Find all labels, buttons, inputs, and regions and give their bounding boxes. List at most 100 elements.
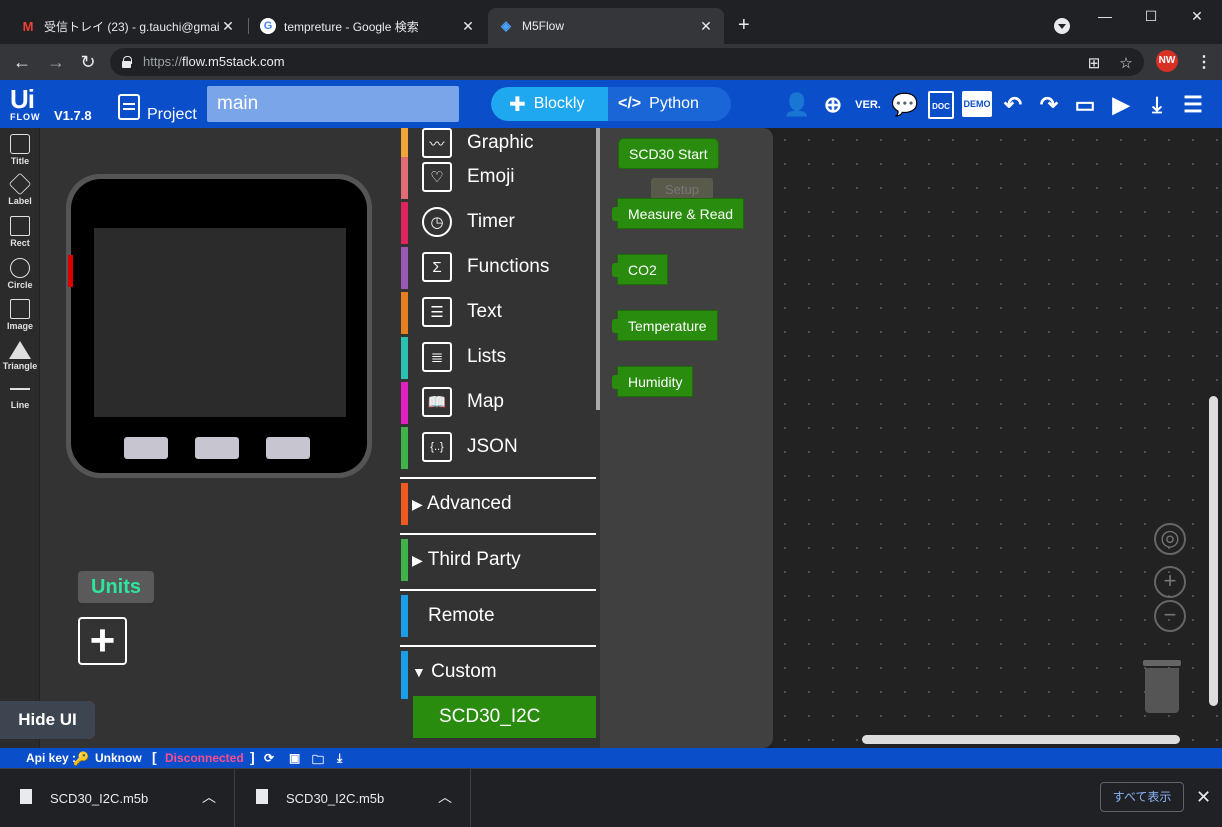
section-color-bar bbox=[401, 483, 408, 525]
filename-input[interactable]: main bbox=[207, 86, 459, 122]
lock-icon[interactable] bbox=[122, 56, 132, 68]
device-connect-icon[interactable]: ▭ bbox=[1070, 90, 1100, 120]
menu-icon[interactable]: ☰ bbox=[1178, 90, 1208, 120]
category-lists[interactable]: ≣ Lists bbox=[400, 337, 596, 381]
show-all-downloads-button[interactable]: すべて表示 bbox=[1100, 782, 1184, 812]
recenter-icon[interactable]: ◎ bbox=[1154, 523, 1186, 555]
zoom-in-icon[interactable]: + bbox=[1154, 566, 1186, 598]
custom-category-scd30-i2c[interactable]: SCD30_I2C bbox=[413, 696, 596, 738]
run-icon[interactable]: ▶ bbox=[1106, 90, 1136, 120]
tab-search-icon[interactable] bbox=[1054, 18, 1070, 34]
tool-rect[interactable]: Rect bbox=[0, 216, 40, 248]
reload-icon[interactable]: ↻ bbox=[76, 50, 100, 74]
category-json[interactable]: {..} JSON bbox=[400, 427, 596, 471]
workspace-vertical-scrollbar[interactable] bbox=[1209, 396, 1218, 706]
block-connector bbox=[612, 319, 620, 333]
code-icon: </> bbox=[618, 95, 642, 112]
category-map[interactable]: 📖 Map bbox=[400, 382, 596, 426]
window-close-icon[interactable]: ✕ bbox=[1174, 4, 1220, 28]
close-icon[interactable]: ✕ bbox=[698, 18, 714, 35]
tab-google-search[interactable]: G tempreture - Google 検索 ✕ bbox=[250, 8, 486, 44]
browser-toolbar: ← → ↻ https://flow.m5stack.com ⊞ ☆ bbox=[0, 44, 1222, 80]
workspace-horizontal-scrollbar[interactable] bbox=[862, 735, 1180, 744]
section-third-party[interactable]: ▶ Third Party bbox=[400, 533, 596, 589]
category-timer[interactable]: ◷ Timer bbox=[400, 202, 596, 246]
tool-triangle[interactable]: Triangle bbox=[0, 341, 40, 371]
project-button[interactable]: Project bbox=[147, 106, 197, 124]
sigma-icon: Σ bbox=[422, 252, 452, 282]
units-label: Units bbox=[78, 571, 154, 603]
download-icon[interactable]: ⤓ bbox=[1142, 90, 1172, 120]
trash-icon[interactable] bbox=[1143, 660, 1181, 713]
list-icon: ≣ bbox=[422, 342, 452, 372]
section-remote[interactable]: Remote bbox=[400, 589, 596, 645]
status-bar: Api key : 🔑 Unknow [ Disconnected ] ⟳ ▣ … bbox=[0, 748, 1222, 768]
section-custom[interactable]: ▼ Custom bbox=[400, 645, 596, 701]
translate-icon[interactable]: ⊞ bbox=[1086, 54, 1102, 72]
undo-icon[interactable]: ↶ bbox=[998, 90, 1028, 120]
close-shelf-icon[interactable]: ✕ bbox=[1196, 787, 1211, 808]
maximize-icon[interactable]: ☐ bbox=[1128, 4, 1174, 28]
python-mode-button[interactable]: </> Python bbox=[608, 87, 731, 121]
blockly-mode-button[interactable]: ✚ Blockly bbox=[491, 87, 608, 121]
project-icon[interactable] bbox=[118, 94, 140, 120]
category-color-bar bbox=[401, 427, 408, 469]
category-functions[interactable]: Σ Functions bbox=[400, 247, 596, 291]
minimize-icon[interactable]: — bbox=[1082, 4, 1128, 28]
heart-icon: ♡ bbox=[422, 162, 452, 192]
category-emoji[interactable]: ♡ Emoji bbox=[400, 157, 596, 201]
forward-arrow-icon[interactable]: → bbox=[44, 50, 68, 74]
new-file-icon[interactable]: ⊕ bbox=[818, 90, 848, 120]
save-icon[interactable]: ▣ bbox=[289, 751, 300, 765]
bracket-open: [ bbox=[152, 749, 157, 765]
triangle-down-icon: ▼ bbox=[412, 664, 426, 680]
version-switch-icon[interactable]: VER. bbox=[853, 90, 883, 120]
demo-icon[interactable]: DEMO bbox=[962, 91, 992, 117]
redo-icon[interactable]: ↷ bbox=[1034, 90, 1064, 120]
device-button-a bbox=[124, 437, 168, 459]
tool-label[interactable]: Label bbox=[0, 172, 40, 206]
user-icon[interactable]: 👤 bbox=[782, 90, 812, 120]
clock-icon: ◷ bbox=[422, 207, 452, 237]
profile-avatar[interactable]: NW bbox=[1156, 50, 1178, 72]
hide-ui-button[interactable]: Hide UI bbox=[0, 701, 95, 739]
tool-title[interactable]: Title bbox=[0, 134, 40, 166]
close-icon[interactable]: ✕ bbox=[220, 18, 236, 35]
block-temperature[interactable]: Temperature bbox=[612, 310, 718, 341]
back-arrow-icon[interactable]: ← bbox=[10, 50, 34, 74]
zoom-out-icon[interactable]: − bbox=[1154, 600, 1186, 632]
section-color-bar bbox=[401, 539, 408, 581]
browser-menu-icon[interactable]: ⋮ bbox=[1196, 52, 1212, 72]
bookmark-star-icon[interactable]: ☆ bbox=[1118, 54, 1134, 72]
category-text[interactable]: ☰ Text bbox=[400, 292, 596, 336]
block-co2[interactable]: CO2 bbox=[612, 254, 668, 285]
blockly-workspace[interactable] bbox=[773, 128, 1222, 748]
new-tab-button[interactable]: + bbox=[738, 14, 750, 37]
device-screen[interactable] bbox=[94, 228, 346, 417]
comment-icon[interactable]: 💬 bbox=[890, 90, 920, 120]
doc-icon[interactable]: DOC bbox=[928, 91, 954, 119]
uiflow-logo: Ui FLOW bbox=[10, 84, 41, 122]
address-bar[interactable]: https://flow.m5stack.com ⊞ ☆ bbox=[110, 48, 1144, 76]
download-item[interactable]: SCD30_I2C.m5b ︿ bbox=[236, 769, 471, 827]
block-measure-read[interactable]: Measure & Read bbox=[612, 198, 745, 229]
mode-toggle: ✚ Blockly </> Python bbox=[491, 87, 731, 121]
m5flow-icon: ◈ bbox=[501, 18, 511, 33]
tool-image[interactable]: Image bbox=[0, 299, 40, 331]
chevron-up-icon[interactable]: ︿ bbox=[438, 787, 452, 807]
block-humidity[interactable]: Humidity bbox=[612, 366, 694, 397]
tab-gmail[interactable]: M 受信トレイ (23) - g.tauchi@gmail.c ✕ bbox=[10, 8, 246, 44]
add-unit-button[interactable]: + bbox=[78, 617, 127, 665]
image-icon bbox=[10, 299, 30, 319]
tab-m5flow[interactable]: ◈ M5Flow ✕ bbox=[488, 8, 724, 44]
download-file-icon[interactable]: ⤓ bbox=[337, 751, 342, 766]
close-icon[interactable]: ✕ bbox=[460, 18, 476, 35]
section-advanced[interactable]: ▶ Advanced bbox=[400, 477, 596, 533]
chevron-up-icon[interactable]: ︿ bbox=[202, 787, 216, 807]
tool-line[interactable]: Line bbox=[0, 388, 40, 410]
download-item[interactable]: SCD30_I2C.m5b ︿ bbox=[0, 769, 235, 827]
tool-circle[interactable]: Circle bbox=[0, 258, 40, 290]
refresh-icon[interactable]: ⟳ bbox=[264, 751, 274, 765]
block-connector bbox=[612, 207, 620, 221]
block-scd30-start[interactable]: SCD30 Start bbox=[618, 138, 719, 169]
